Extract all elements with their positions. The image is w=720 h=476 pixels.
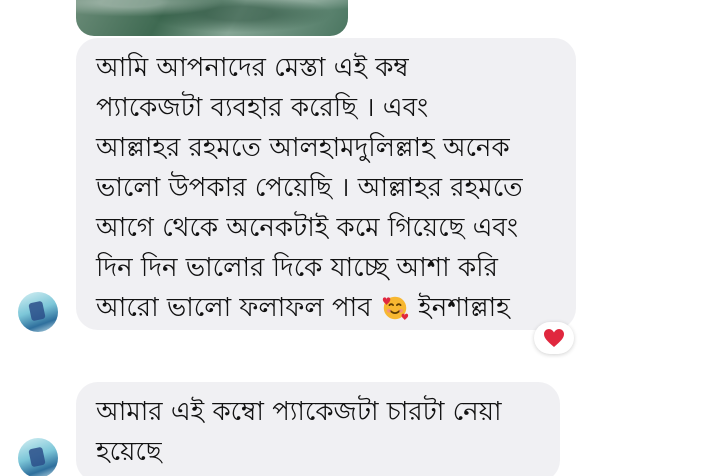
message-line-with-emoji: আরো ভালো ফলাফল পাব ইনশাল্লাহ <box>96 288 556 328</box>
message-line: আল্লাহর রহমতে আলহামদুলিল্লাহ অনেক <box>96 133 510 163</box>
message-line-text: ইনশাল্লাহ <box>418 293 510 323</box>
message-line: ভালো উপকার পেয়েছি । আল্লাহর রহমতে <box>96 173 523 203</box>
message-line: আগে থেকে অনেকটাই কমে গিয়েছে এবং <box>96 213 519 243</box>
message-line: আমি আপনাদের মেস্তা এই কম্ব <box>96 53 409 83</box>
reaction-badge[interactable] <box>534 322 574 354</box>
avatar[interactable] <box>18 292 58 332</box>
avatar-figure <box>28 446 46 468</box>
message-line: প্যাকেজটা ব্যবহার করেছি । এবং <box>96 93 429 123</box>
message-bubble[interactable]: আমার এই কম্বো প্যাকেজটা চারটা নেয়া হয়ে… <box>76 382 560 476</box>
chat-thread: আমি আপনাদের মেস্তা এই কম্ব প্যাকেজটা ব্য… <box>0 0 720 476</box>
avatar[interactable] <box>18 438 58 476</box>
heart-icon <box>544 329 564 347</box>
image-attachment[interactable] <box>76 0 348 36</box>
message-line: হয়েছে <box>96 437 162 467</box>
message-bubble[interactable]: আমি আপনাদের মেস্তা এই কম্ব প্যাকেজটা ব্য… <box>76 38 576 330</box>
message-line: দিন দিন ভালোর দিকে যাচ্ছে আশা করি <box>96 253 498 283</box>
avatar-figure <box>28 300 46 322</box>
smiling-face-with-hearts-icon <box>382 296 409 321</box>
message-line-text: আরো ভালো ফলাফল পাব <box>96 293 372 323</box>
message-line: আমার এই কম্বো প্যাকেজটা চারটা নেয়া <box>96 397 502 427</box>
